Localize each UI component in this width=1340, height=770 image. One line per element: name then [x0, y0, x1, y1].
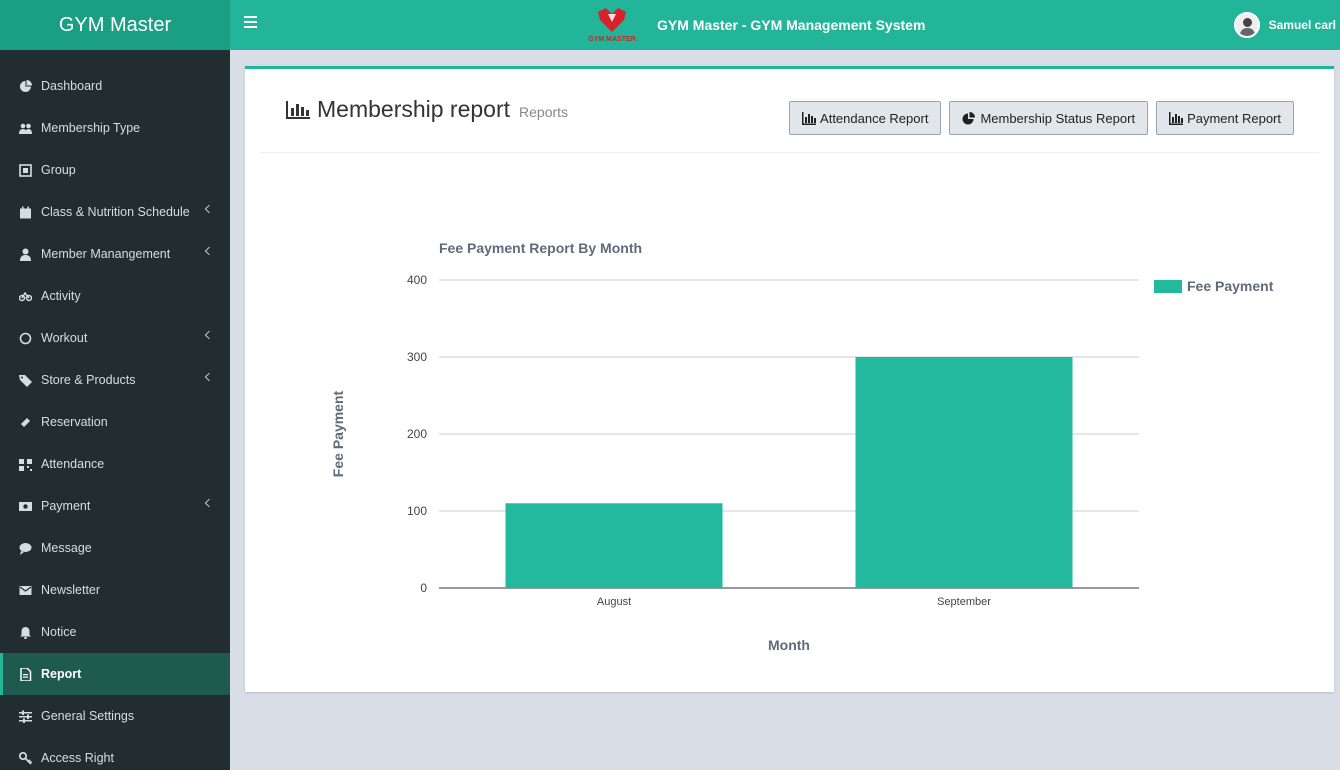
- sidebar-item-newsletter[interactable]: Newsletter: [0, 569, 230, 611]
- sidebar-item-workout[interactable]: Workout: [0, 317, 230, 359]
- sidebar-item-reservation[interactable]: Reservation: [0, 401, 230, 443]
- sidebar-item-label: Member Manangement: [41, 247, 171, 261]
- sidebar-item-label: Dashboard: [41, 79, 103, 93]
- chevron-left-icon[interactable]: [204, 246, 214, 256]
- users-icon: [18, 121, 33, 135]
- tag-icon: [18, 373, 33, 387]
- bell-icon: [18, 625, 33, 639]
- app-title: GYM Master - GYM Management System: [657, 17, 926, 33]
- sidebar-item-general-settings[interactable]: General Settings: [0, 695, 230, 737]
- sidebar-item-label: Access Right: [41, 751, 114, 765]
- sidebar-item-payment[interactable]: Payment: [0, 485, 230, 527]
- y-tick-label: 300: [407, 350, 427, 364]
- bar-august[interactable]: [505, 503, 723, 588]
- sidebar-item-label: Membership Type: [41, 121, 141, 135]
- workout-icon: [18, 331, 33, 345]
- qrcode-icon: [18, 457, 33, 471]
- sidebar-item-label: Message: [41, 541, 92, 555]
- chevron-left-icon[interactable]: [204, 204, 214, 214]
- sidebar-item-label: Group: [41, 163, 76, 177]
- top-navbar: GYM MASTER GYM Master - GYM Management S…: [230, 0, 1340, 50]
- sidebar-item-label: General Settings: [41, 709, 135, 723]
- sidebar-item-label: Reservation: [41, 415, 108, 429]
- key-icon: [18, 751, 33, 765]
- y-axis-label: Fee Payment: [330, 390, 346, 477]
- sidebar-item-label: Activity: [41, 289, 81, 303]
- app-logo-text: GYM Master: [58, 13, 172, 36]
- y-tick-label: 200: [407, 427, 427, 441]
- sidebar-item-store-products[interactable]: Store & Products: [0, 359, 230, 401]
- sidebar-item-access-right[interactable]: Access Right: [0, 737, 230, 770]
- comment-icon: [18, 541, 33, 555]
- sidebar-item-attendance[interactable]: Attendance: [0, 443, 230, 485]
- ticket-icon: [18, 415, 33, 429]
- report-box: Membership report Reports Attendance Rep…: [245, 66, 1334, 692]
- brand-logo-label: GYM MASTER: [588, 36, 635, 43]
- sidebar-item-member-manangement[interactable]: Member Manangement: [0, 233, 230, 275]
- user-icon: [18, 247, 33, 261]
- dashboard-icon: [18, 79, 33, 93]
- sidebar-item-label: Workout: [41, 331, 88, 345]
- sidebar-item-label: Notice: [41, 625, 77, 639]
- chevron-left-icon[interactable]: [204, 330, 214, 340]
- y-tick-label: 400: [407, 273, 427, 287]
- sidebar-item-class-nutrition-schedule[interactable]: Class & Nutrition Schedule: [0, 191, 230, 233]
- legend-label[interactable]: Fee Payment: [1187, 278, 1274, 294]
- sliders-icon: [18, 709, 33, 723]
- menu-toggle-icon[interactable]: [244, 16, 257, 28]
- fee-payment-chart: Fee Payment Report By Month Fee Payment …: [330, 240, 1274, 653]
- chevron-left-icon[interactable]: [204, 498, 214, 508]
- bicycle-icon: [18, 289, 33, 303]
- sidebar-item-notice[interactable]: Notice: [0, 611, 230, 653]
- sidebar-item-label: Payment: [41, 499, 91, 513]
- user-menu[interactable]: Samuel carl: [1233, 12, 1336, 38]
- chart-title: Fee Payment Report By Month: [439, 240, 642, 256]
- group-icon: [18, 163, 33, 177]
- chevron-left-icon[interactable]: [204, 372, 214, 382]
- gym-master-logo: GYM MASTER: [588, 8, 636, 43]
- sidebar-item-label: Store & Products: [41, 373, 136, 387]
- calendar-icon: [18, 205, 33, 219]
- sidebar-item-label: Attendance: [41, 457, 105, 471]
- sidebar-item-report[interactable]: Report: [0, 653, 230, 695]
- x-tick-label: August: [597, 596, 631, 608]
- sidebar-item-label: Class & Nutrition Schedule: [41, 205, 190, 219]
- file-icon: [18, 667, 33, 681]
- sidebar-item-membership-type[interactable]: Membership Type: [0, 107, 230, 149]
- bar-september[interactable]: [855, 357, 1073, 588]
- y-tick-label: 100: [407, 504, 427, 518]
- envelope-icon: [18, 583, 33, 597]
- y-tick-label: 0: [420, 581, 427, 595]
- sidebar: Dashboard Membership Type Group Class & Nut…: [0, 50, 230, 770]
- sidebar-item-group[interactable]: Group: [0, 149, 230, 191]
- user-name: Samuel carl: [1268, 18, 1336, 32]
- sidebar-item-dashboard[interactable]: Dashboard: [0, 65, 230, 107]
- legend-swatch: [1154, 280, 1182, 293]
- avatar: [1233, 12, 1260, 38]
- money-icon: [18, 499, 33, 513]
- sidebar-item-label: Report: [41, 667, 82, 681]
- app-logo[interactable]: GYM Master: [0, 0, 230, 50]
- x-axis-label: Month: [768, 637, 810, 653]
- sidebar-item-label: Newsletter: [41, 583, 101, 597]
- sidebar-item-message[interactable]: Message: [0, 527, 230, 569]
- sidebar-item-activity[interactable]: Activity: [0, 275, 230, 317]
- x-tick-label: September: [937, 596, 991, 608]
